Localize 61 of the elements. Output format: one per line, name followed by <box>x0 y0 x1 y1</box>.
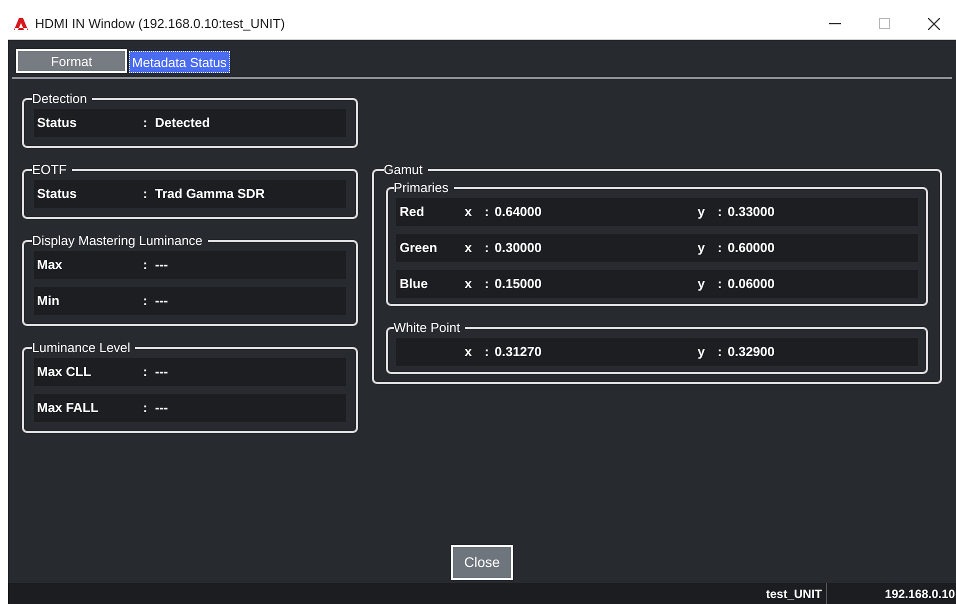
colon: : <box>484 275 490 294</box>
colon: : <box>143 256 148 274</box>
y-label: y <box>698 239 706 258</box>
group-title: Gamut <box>384 162 424 178</box>
x-label: x <box>464 275 473 294</box>
row-label: Max FALL <box>36 399 100 418</box>
x-value: 0.64000 <box>494 203 542 222</box>
colon: : <box>718 203 723 222</box>
tab[interactable]: Metadata Status <box>129 51 230 73</box>
row-value: --- <box>155 399 168 418</box>
x-value: 0.31270 <box>494 343 542 362</box>
tab[interactable]: Format <box>16 49 127 73</box>
y-label: y <box>698 343 706 362</box>
group-title: Primaries <box>394 180 450 196</box>
row-value: --- <box>155 256 168 274</box>
colon: : <box>143 185 148 204</box>
colon: : <box>143 292 148 310</box>
app-logo-icon <box>13 16 29 30</box>
row-label: Max CLL <box>36 363 92 382</box>
row-label: Green <box>400 239 438 258</box>
close-button[interactable]: Close <box>451 545 513 580</box>
y-label: y <box>698 203 706 222</box>
row-label: Red <box>400 203 424 222</box>
group-title: Detection <box>32 91 88 107</box>
row-label: Status <box>36 185 78 204</box>
y-value: 0.60000 <box>728 239 775 258</box>
colon: : <box>143 363 148 382</box>
group-title: White Point <box>394 320 462 336</box>
colon: : <box>143 399 148 418</box>
row-value: Trad Gamma SDR <box>155 185 265 204</box>
row-label: Status <box>36 114 78 132</box>
colon: : <box>484 239 490 258</box>
row-value: --- <box>155 363 168 382</box>
colon: : <box>718 275 723 294</box>
x-value: 0.30000 <box>494 239 542 258</box>
ip-address: 192.168.0.10 <box>884 586 956 602</box>
x-label: x <box>464 239 473 258</box>
group-title: Display Mastering Luminance <box>32 233 204 249</box>
colon: : <box>484 203 490 222</box>
colon: : <box>718 239 723 258</box>
unit-name: test_UNIT <box>766 586 823 602</box>
y-label: y <box>698 275 706 294</box>
close-icon[interactable] <box>928 18 940 30</box>
row-label: Max <box>36 256 64 274</box>
row-value: --- <box>155 292 168 310</box>
group-title: EOTF <box>32 162 68 178</box>
colon: : <box>484 343 490 362</box>
minimize-icon[interactable] <box>829 22 841 24</box>
window-title: HDMI IN Window (192.168.0.10:test_UNIT) <box>35 14 285 33</box>
row-label: Min <box>36 292 60 310</box>
row-value: Detected <box>155 114 210 132</box>
x-label: x <box>464 343 473 362</box>
y-value: 0.33000 <box>728 203 775 222</box>
row-label: Blue <box>400 275 428 294</box>
x-label: x <box>464 203 473 222</box>
x-value: 0.15000 <box>494 275 542 294</box>
y-value: 0.32900 <box>728 343 775 362</box>
y-value: 0.06000 <box>728 275 775 294</box>
colon: : <box>143 114 148 132</box>
group-title: Luminance Level <box>32 340 132 356</box>
colon: : <box>718 343 723 362</box>
